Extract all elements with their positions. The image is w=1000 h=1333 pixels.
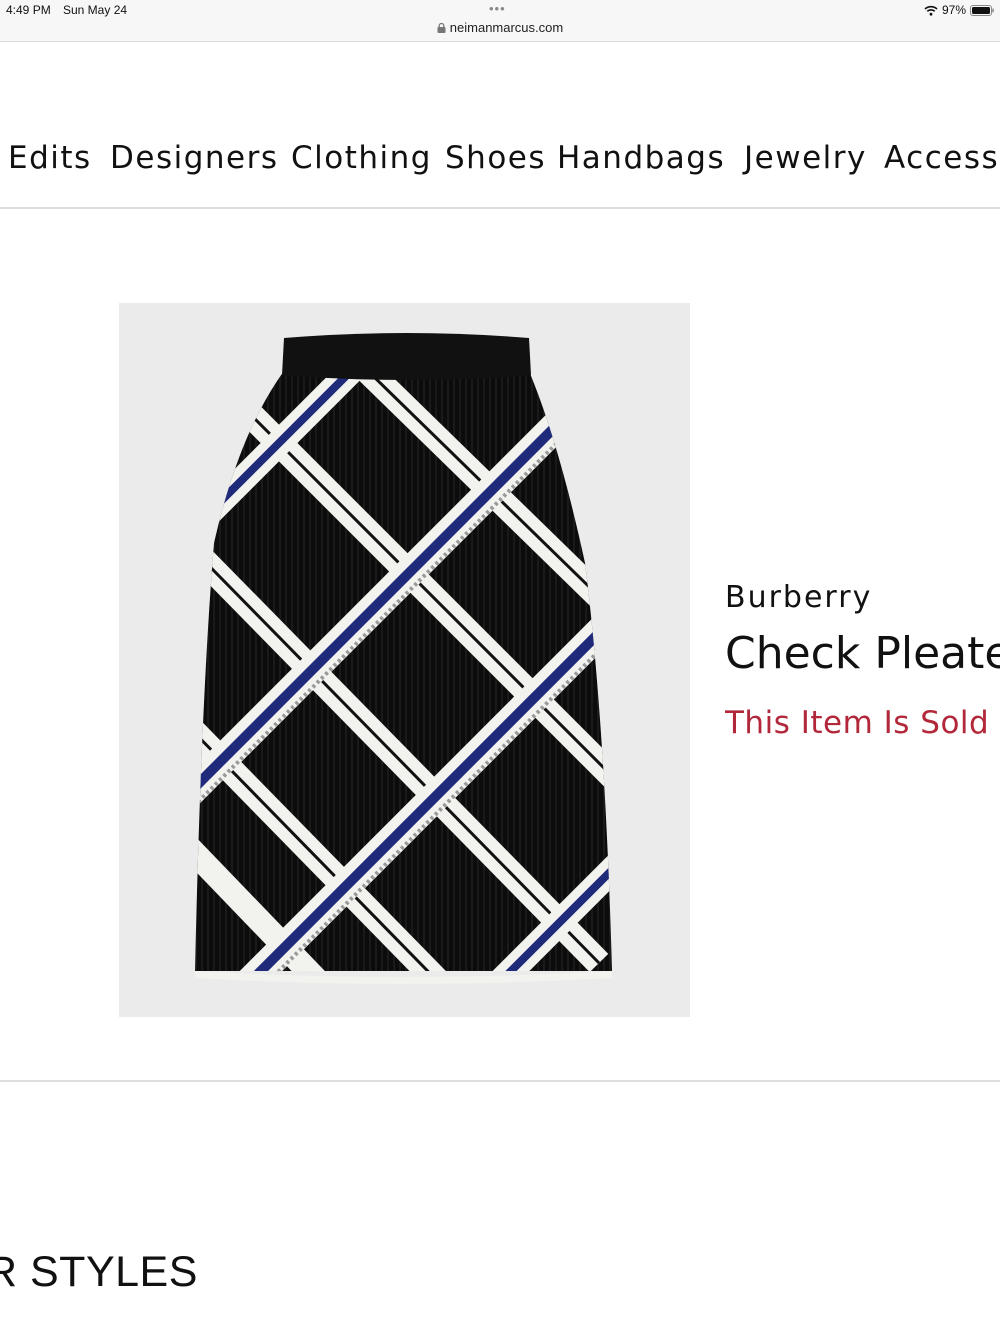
tab-options-dots[interactable]: ••• <box>489 1 506 16</box>
section-divider <box>0 1080 1000 1082</box>
battery-icon <box>970 4 994 16</box>
category-nav: Edits Designers Clothing Shoes Handbags … <box>0 140 1000 180</box>
section-heading: R STYLES <box>0 1248 198 1296</box>
status-date: Sun May 24 <box>63 3 128 17</box>
lock-icon <box>437 23 446 33</box>
browser-status-bar: 4:49 PM Sun May 24 ••• neimanmarcus.com … <box>0 0 1000 42</box>
status-time: 4:49 PM <box>6 3 51 17</box>
nav-item-handbags[interactable]: Handbags <box>557 140 725 176</box>
status-indicators: 97% <box>924 3 994 17</box>
wifi-icon <box>924 5 938 16</box>
nav-item-shoes[interactable]: Shoes <box>445 140 546 176</box>
nav-item-designers[interactable]: Designers <box>110 140 279 176</box>
sold-out-notice: This Item Is Sold Ou <box>725 705 1000 741</box>
nav-item-jewelry[interactable]: Jewelry <box>744 140 867 176</box>
nav-item-edits[interactable]: Edits <box>8 140 92 176</box>
battery-percent: 97% <box>941 3 966 17</box>
product-brand-link[interactable]: Burberry <box>725 580 872 615</box>
nav-item-accessories[interactable]: Accesso <box>884 140 1000 176</box>
url-text: neimanmarcus.com <box>449 20 564 35</box>
product-image[interactable] <box>119 303 690 1017</box>
nav-item-clothing[interactable]: Clothing <box>291 140 432 176</box>
product-name: Check Pleate <box>725 628 1000 679</box>
address-bar[interactable]: neimanmarcus.com <box>0 20 1000 35</box>
nav-divider <box>0 207 1000 209</box>
plaid-pleated-skirt-image <box>195 333 612 984</box>
